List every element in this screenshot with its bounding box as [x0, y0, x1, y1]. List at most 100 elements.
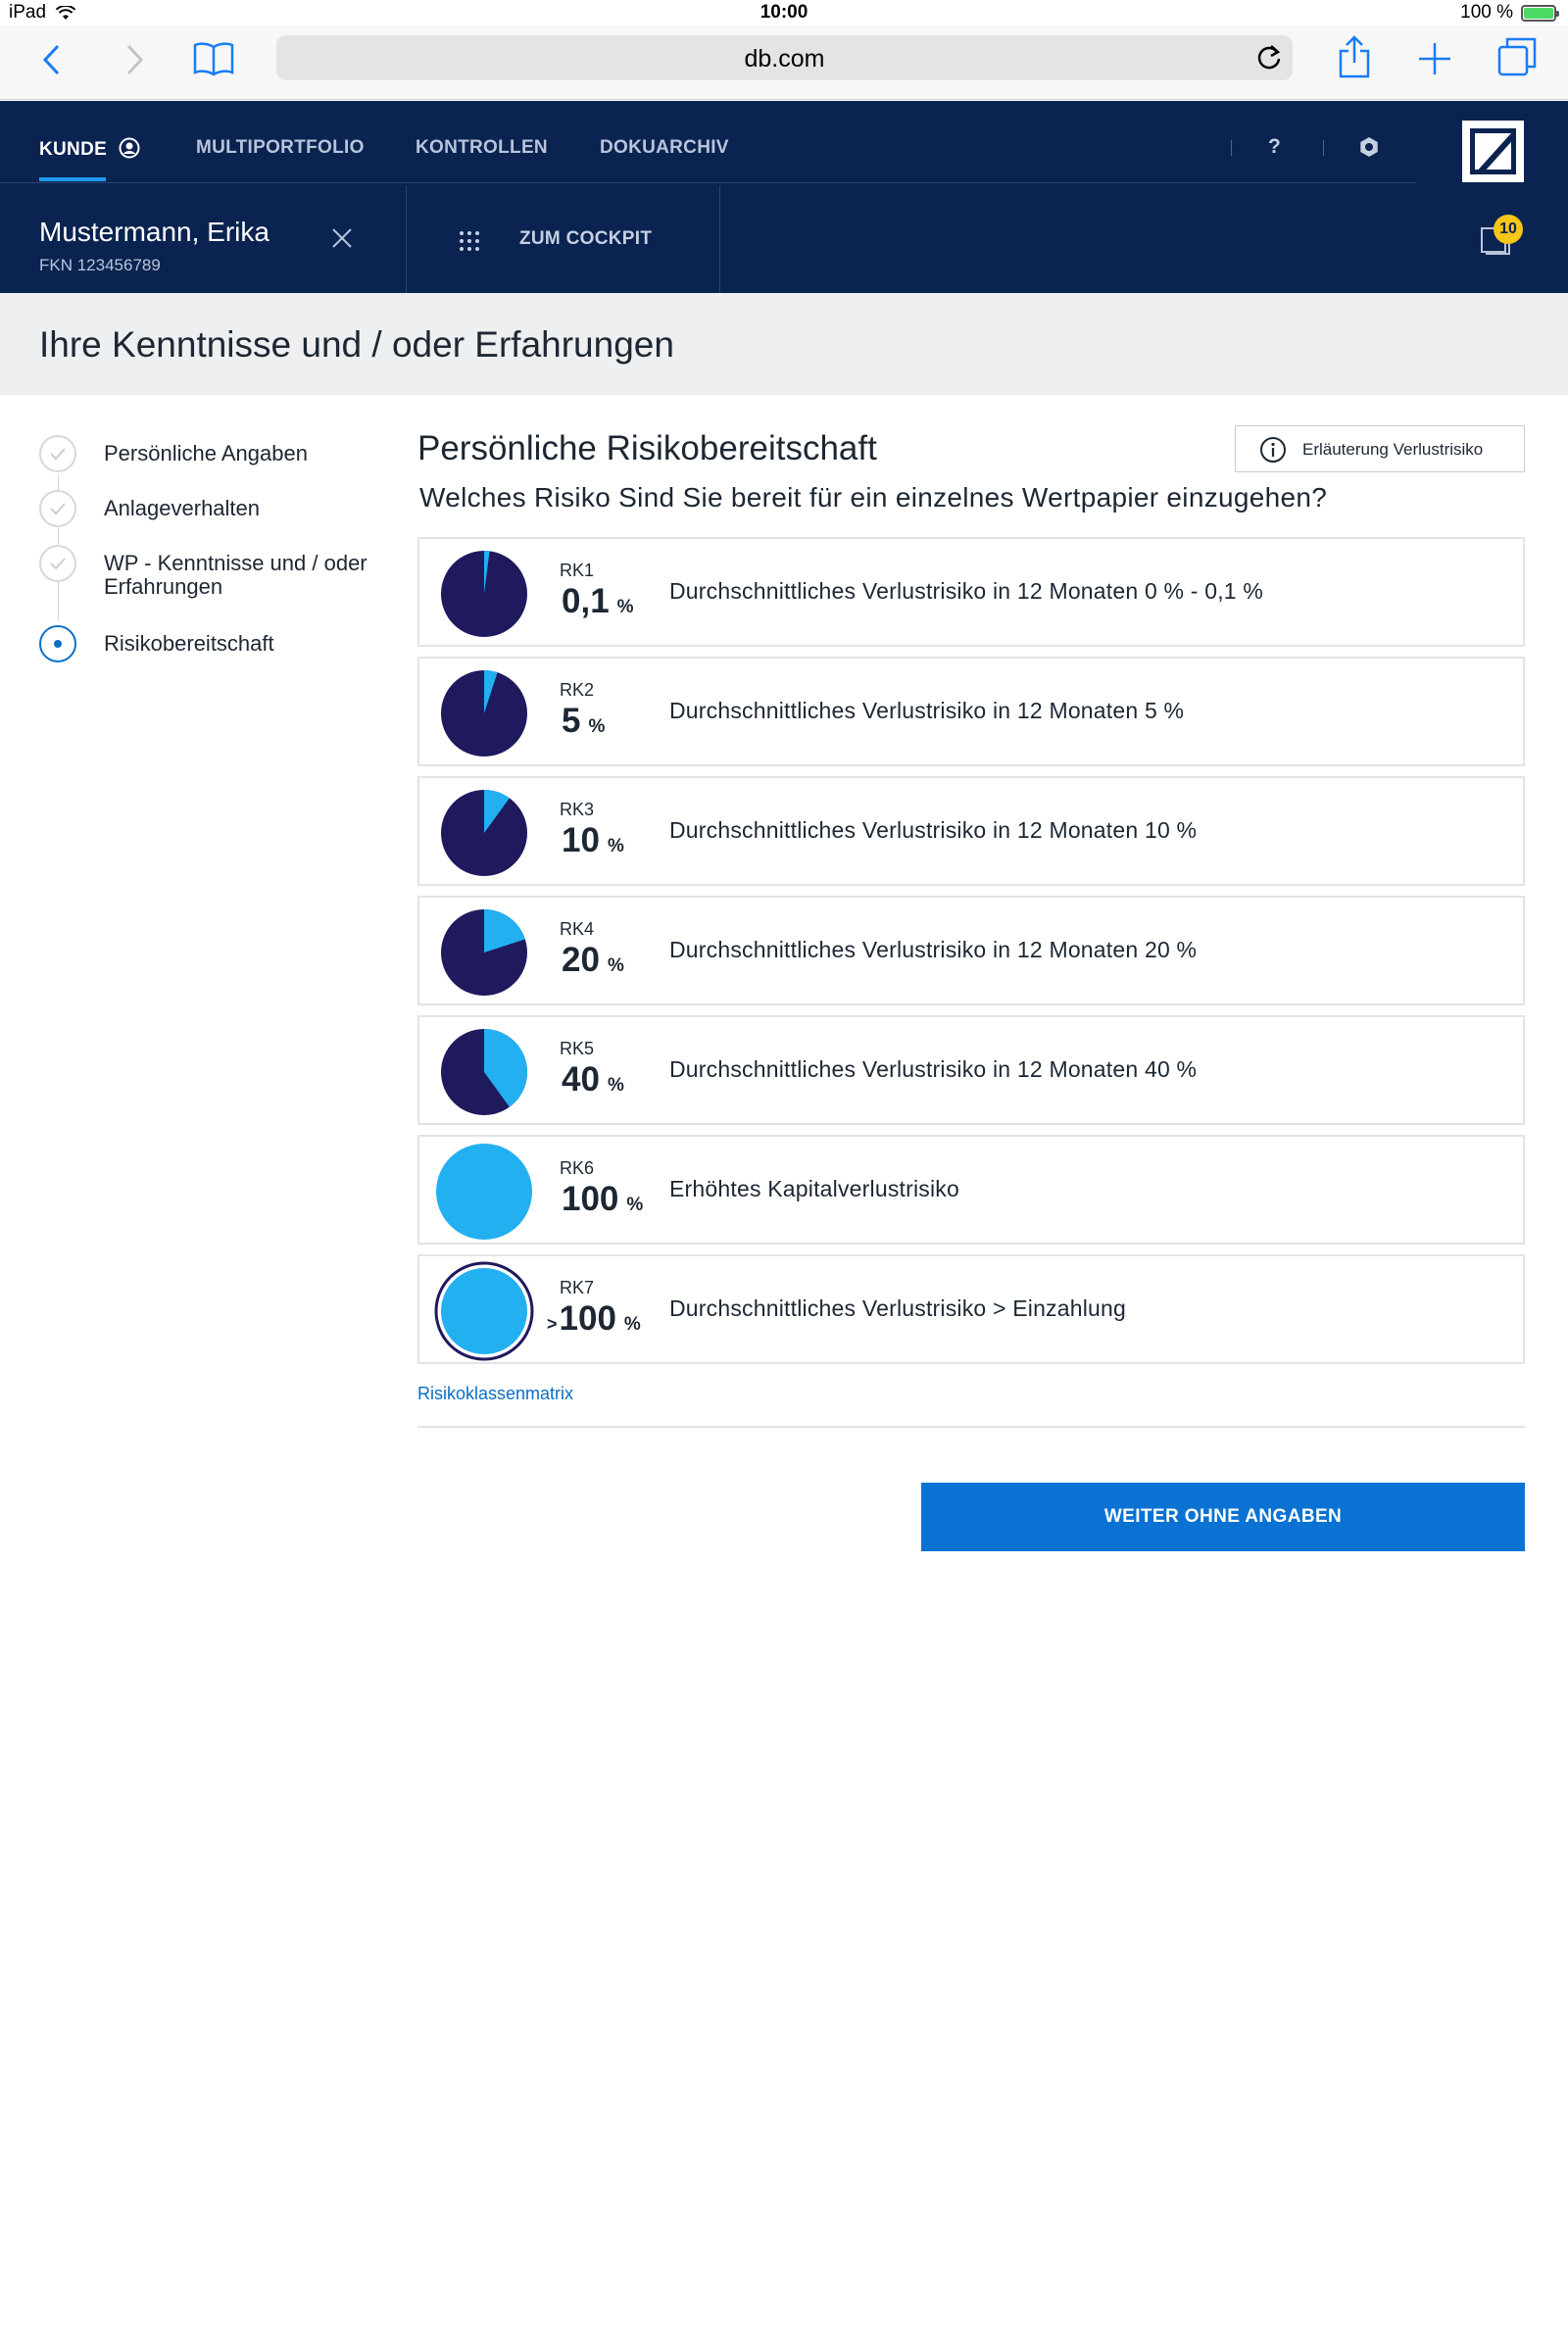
nav-active-indicator — [39, 177, 106, 181]
nav-item-multiportfolio[interactable]: MULTIPORTFOLIO — [196, 137, 365, 159]
app-header: KUNDE MULTIPORTFOLIO KONTROLLEN DOKUARCH… — [0, 101, 1568, 293]
step-check-icon — [39, 490, 76, 527]
notification-badge: 10 — [1494, 215, 1523, 244]
risk-value: 0,1% — [560, 582, 634, 621]
risk-option-rk3[interactable]: RK3 10% Durchschnittliches Verlustrisiko… — [417, 776, 1525, 886]
risk-number: 100 — [559, 1299, 616, 1338]
risk-description: Durchschnittliches Verlustrisiko in 12 M… — [669, 817, 1198, 843]
risk-option-rk6[interactable]: RK6 100% Erhöhtes Kapitalverlustrisiko — [417, 1135, 1525, 1245]
risk-unit: % — [607, 955, 624, 976]
nav-item-kunde[interactable]: KUNDE — [39, 137, 140, 161]
nav-separator — [1323, 140, 1324, 156]
risk-number: 20 — [562, 941, 600, 979]
step-label: Risikobereitschaft — [104, 631, 274, 656]
risk-option-rk5[interactable]: RK5 40% Durchschnittliches Verlustrisiko… — [417, 1015, 1525, 1125]
help-button[interactable]: ? — [1268, 135, 1281, 159]
risk-unit: % — [588, 716, 606, 737]
risk-code: RK4 — [560, 919, 595, 939]
bookmarks-icon[interactable] — [192, 41, 235, 76]
risikoklassenmatrix-link[interactable]: Risikoklassenmatrix — [417, 1384, 573, 1404]
risk-code: RK5 — [560, 1039, 595, 1058]
risk-pie-icon — [434, 1261, 534, 1361]
user-icon — [119, 137, 140, 159]
url-text: db.com — [744, 45, 825, 73]
step-check-icon — [39, 545, 76, 582]
main-nav: KUNDE MULTIPORTFOLIO KONTROLLEN DOKUARCH… — [0, 101, 1416, 183]
tabs-icon[interactable] — [1497, 37, 1537, 76]
battery-icon — [1521, 4, 1559, 22]
page-title: Ihre Kenntnisse und / oder Erfahrungen — [39, 324, 674, 365]
risk-unit: % — [607, 1075, 624, 1096]
risk-number: 5 — [562, 702, 581, 740]
risk-value: 20% — [560, 941, 624, 980]
risk-code: RK6 — [560, 1158, 595, 1178]
risk-number: 0,1 — [562, 582, 610, 620]
risk-option-rk7[interactable]: RK7 >100% Durchschnittliches Verlustrisi… — [417, 1254, 1525, 1364]
risk-description: Durchschnittliches Verlustrisiko in 12 M… — [669, 578, 1264, 604]
step-label: WP - Kenntnisse und / oder Erfahrungen — [104, 551, 368, 599]
pie-full — [441, 1268, 527, 1354]
battery-text: 100 % — [1460, 2, 1513, 23]
risk-prefix: > — [547, 1314, 558, 1334]
nav-item-dokuarchiv[interactable]: DOKUARCHIV — [600, 137, 729, 159]
risk-value: 10% — [560, 821, 624, 860]
risk-option-rk2[interactable]: RK2 5% Durchschnittliches Verlustrisiko … — [417, 657, 1525, 766]
info-icon — [1260, 437, 1286, 463]
nav-item-kontrollen[interactable]: KONTROLLEN — [416, 137, 548, 159]
risk-description: Durchschnittliches Verlustrisiko in 12 M… — [669, 937, 1198, 962]
risk-description: Durchschnittliches Verlustrisiko > Einza… — [669, 1295, 1127, 1321]
pie-full — [436, 1144, 532, 1240]
risk-code: RK2 — [560, 680, 595, 700]
risk-pie-icon — [441, 790, 527, 876]
forward-icon[interactable] — [123, 43, 145, 76]
risk-pie-icon — [436, 1144, 532, 1240]
risk-value: >100% — [547, 1299, 641, 1339]
risk-value: 40% — [560, 1060, 624, 1100]
new-tab-icon[interactable] — [1417, 41, 1452, 76]
risk-question: Welches Risiko Sind Sie bereit für ein e… — [419, 482, 1328, 513]
status-right: 100 % — [1460, 2, 1559, 24]
risk-number: 10 — [562, 821, 600, 859]
risk-pie-icon — [441, 1029, 527, 1115]
section-title: Persönliche Risikobereitschaft — [417, 429, 877, 467]
risk-unit: % — [623, 1314, 641, 1335]
step-check-icon — [39, 435, 76, 472]
risk-unit: % — [626, 1195, 644, 1215]
settings-icon[interactable] — [1358, 136, 1380, 158]
share-icon[interactable] — [1337, 35, 1372, 78]
risk-value: 5% — [560, 702, 605, 741]
grid-icon[interactable] — [459, 230, 480, 252]
cockpit-link[interactable]: ZUM COCKPIT — [519, 228, 652, 250]
customer-name: Mustermann, Erika — [39, 217, 270, 247]
status-time: 10:00 — [760, 2, 808, 23]
page-title-band: Ihre Kenntnisse und / oder Erfahrungen — [0, 293, 1568, 395]
step-label: Persönliche Angaben — [104, 441, 308, 465]
risk-description: Erhöhtes Kapitalverlustrisiko — [669, 1176, 959, 1201]
header-separator — [406, 185, 407, 293]
risk-unit: % — [607, 836, 624, 856]
nav-item-label: KUNDE — [39, 139, 108, 160]
risk-number: 100 — [562, 1180, 619, 1218]
risk-code: RK7 — [560, 1278, 595, 1297]
close-icon[interactable] — [330, 226, 354, 250]
risk-option-rk4[interactable]: RK4 20% Durchschnittliches Verlustrisiko… — [417, 896, 1525, 1005]
info-button-label: Erläuterung Verlustrisiko — [1302, 440, 1484, 459]
nav-separator — [1231, 140, 1232, 156]
risk-unit: % — [616, 597, 634, 617]
risk-pie-icon — [441, 551, 527, 637]
risk-pie-icon — [441, 909, 527, 996]
risk-number: 40 — [562, 1060, 600, 1099]
customer-fkn: FKN 123456789 — [39, 256, 161, 274]
content-divider — [417, 1426, 1525, 1428]
url-field[interactable]: db.com — [276, 35, 1293, 80]
verlustrisiko-info-button[interactable]: Erläuterung Verlustrisiko — [1235, 425, 1525, 472]
back-icon[interactable] — [41, 43, 63, 76]
risk-option-rk1[interactable]: RK1 0,1% Durchschnittliches Verlustrisik… — [417, 537, 1525, 647]
browser-toolbar: db.com — [0, 25, 1568, 100]
risk-code: RK1 — [560, 561, 595, 580]
risk-description: Durchschnittliches Verlustrisiko in 12 M… — [669, 698, 1185, 723]
reload-icon[interactable] — [1255, 43, 1283, 73]
continue-without-details-button[interactable]: WEITER OHNE ANGABEN — [921, 1483, 1525, 1551]
risk-value: 100% — [560, 1180, 643, 1219]
risk-description: Durchschnittliches Verlustrisiko in 12 M… — [669, 1056, 1198, 1082]
